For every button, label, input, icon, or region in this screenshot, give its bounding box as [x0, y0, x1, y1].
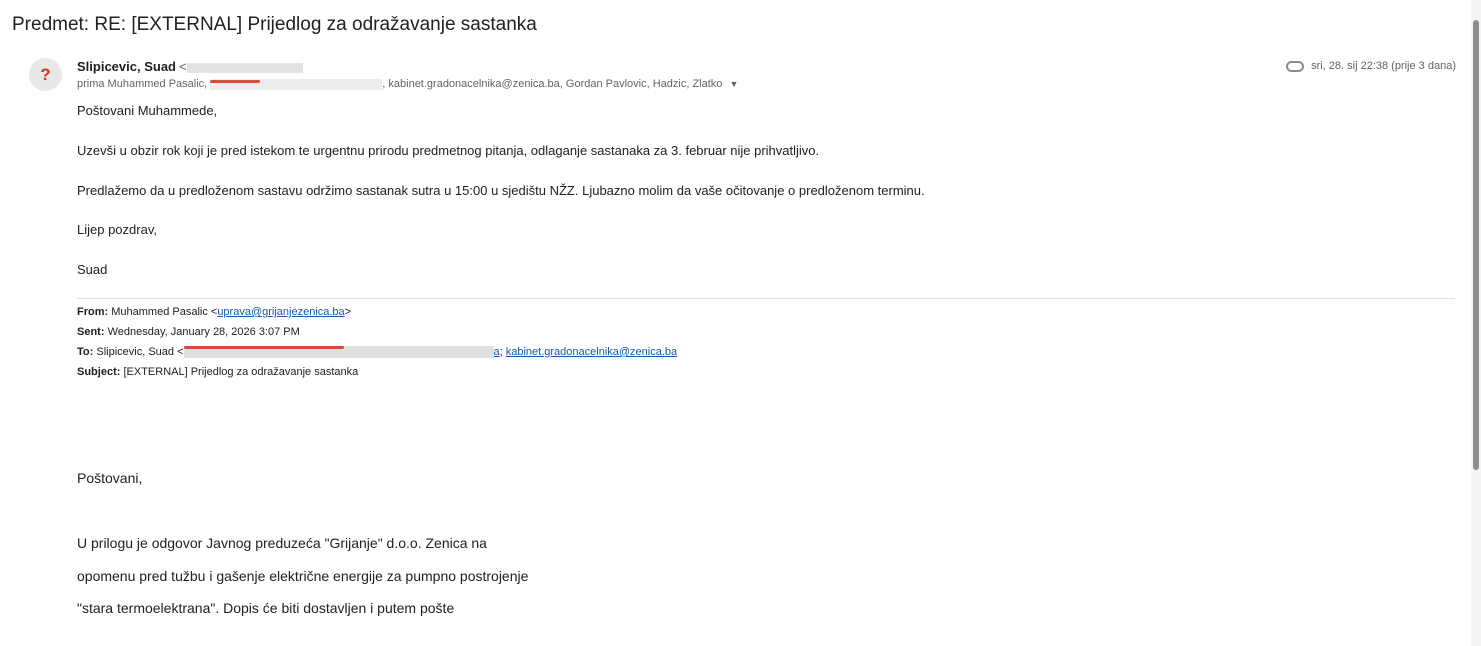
quoted-to: To: Slipicevic, Suad < a; kabinet.gradona… [77, 346, 677, 359]
email-subject: Predmet: RE: [EXTERNAL] Prijedlog za odr… [12, 14, 537, 35]
scrollbar-thumb[interactable] [1473, 20, 1479, 470]
from-email-link[interactable]: uprava@grijanjezenica.ba [217, 306, 344, 318]
quoted-sent: Sent: Wednesday, January 28, 2026 3:07 P… [77, 326, 300, 338]
recipients-suffix: , kabinet.gradonacelnika@zenica.ba, Gord… [382, 78, 723, 90]
message-date: sri, 28. sij 22:38 (prije 3 dana) [1311, 60, 1456, 72]
redacted-recipient [210, 78, 383, 90]
body-closing: Lijep pozdrav, [77, 222, 157, 237]
sent-value: Wednesday, January 28, 2026 3:07 PM [107, 326, 300, 338]
redacted-sender-email [186, 62, 303, 73]
quoted-greeting: Poštovani, [77, 470, 143, 486]
from-end: > [344, 306, 352, 318]
sender-name[interactable]: Slipicevic, Suad [77, 59, 176, 74]
sender-avatar[interactable]: ? [29, 58, 62, 91]
recipients-prefix: prima Muhammed Pasalic, [77, 78, 208, 90]
email-view: Predmet: RE: [EXTERNAL] Prijedlog za odr… [0, 0, 1481, 646]
attachment-icon [1286, 60, 1305, 72]
quoted-line-2: opomenu pred tužbu i gašenje električne … [77, 568, 529, 584]
quoted-line-3: "stara termoelektrana". Dopis će biti do… [77, 600, 455, 616]
message-meta: sri, 28. sij 22:38 (prije 3 dana) [1286, 60, 1456, 72]
vertical-scrollbar[interactable] [1471, 0, 1481, 646]
subject-value: [EXTERNAL] Prijedlog za odražavanje sast… [123, 366, 359, 378]
body-signature: Suad [77, 262, 108, 277]
body-greeting: Poštovani Muhammede, [77, 103, 218, 118]
chevron-down-icon[interactable]: ▼ [729, 79, 738, 89]
body-paragraph-2: Predlažemo da u predloženom sastavu održ… [77, 183, 925, 198]
quote-divider [77, 298, 1455, 299]
subject-label: Subject: [77, 366, 121, 378]
body-paragraph-1: Uzevši u obzir rok koji je pred istekom … [77, 143, 820, 158]
to-label: To: [77, 346, 94, 358]
redacted-to-email [183, 346, 494, 359]
from-label: From: [77, 306, 109, 318]
quoted-from: From: Muhammed Pasalic <uprava@grijanjez… [77, 306, 351, 318]
recipients-line[interactable]: prima Muhammed Pasalic, , kabinet.gradon… [77, 78, 738, 90]
unknown-avatar-icon: ? [40, 64, 51, 84]
sender-email-open: < [179, 59, 187, 74]
quoted-subject: Subject: [EXTERNAL] Prijedlog za odražav… [77, 366, 358, 378]
quoted-line-1: U prilogu je odgovor Javnog preduzeća "G… [77, 535, 487, 551]
to-email2-link[interactable]: kabinet.gradonacelnika@zenica.ba [506, 346, 677, 358]
to-name: Slipicevic, Suad < [96, 346, 184, 358]
sender-line: Slipicevic, Suad < [77, 59, 303, 74]
sent-label: Sent: [77, 326, 105, 338]
from-name: Muhammed Pasalic < [111, 306, 218, 318]
